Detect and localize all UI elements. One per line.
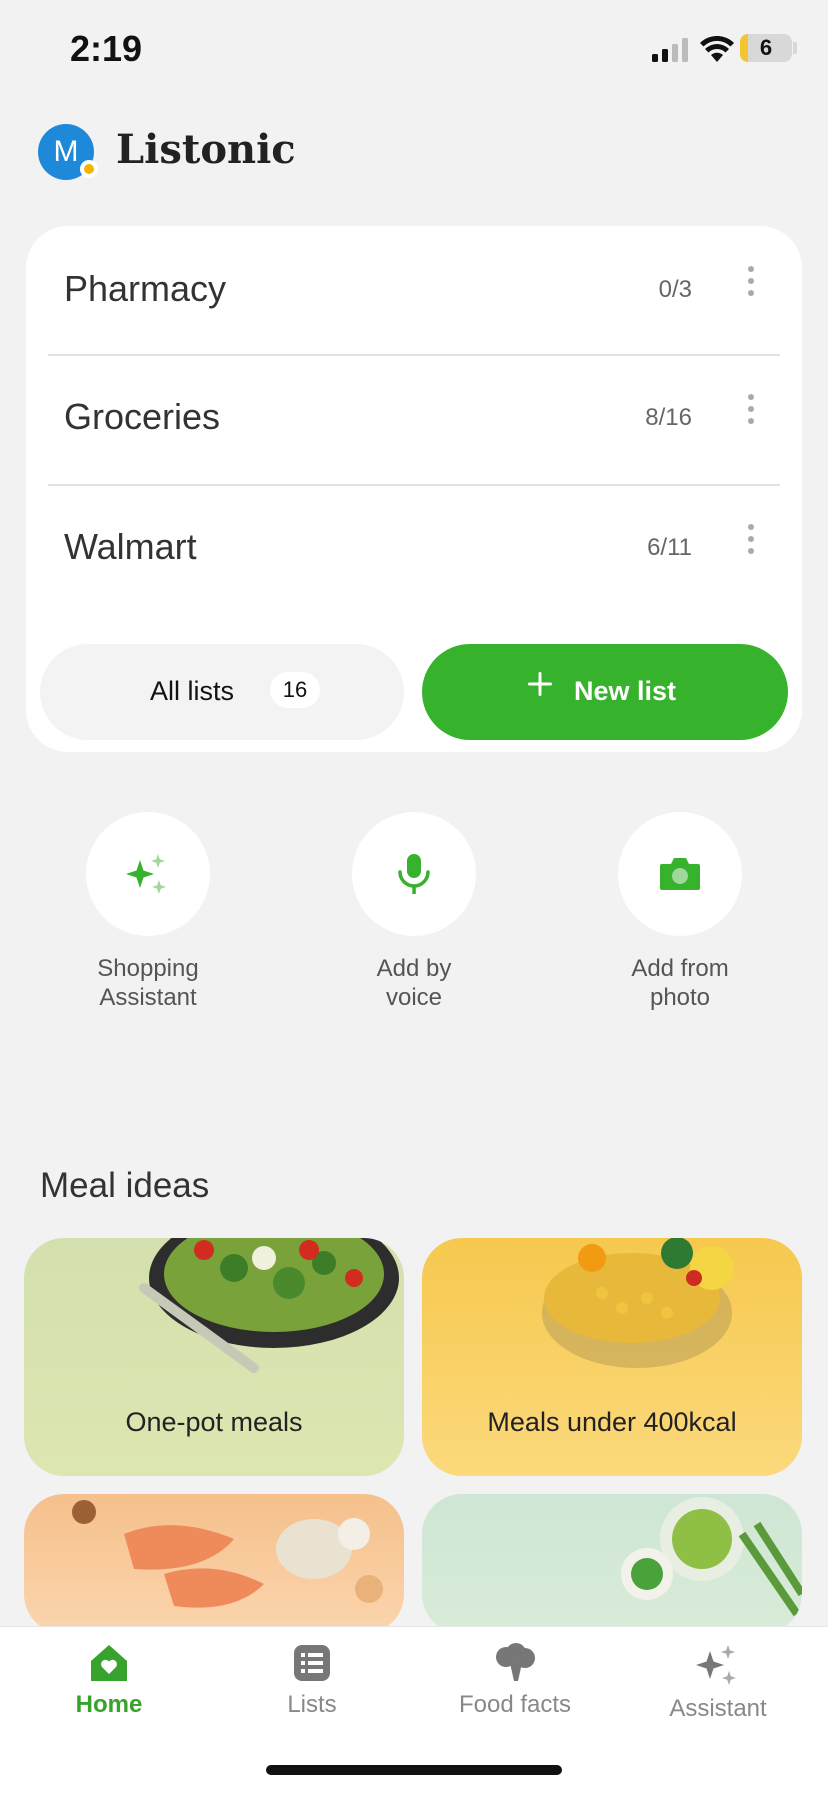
sparkle-icon: [696, 1645, 736, 1685]
battery-level: 6: [759, 35, 773, 60]
meal-ideas-title: Meal ideas: [40, 1166, 210, 1205]
bowl-meal-image: [542, 1238, 734, 1368]
status-bar: 2:19 6: [0, 0, 828, 100]
meal-card-greens[interactable]: [422, 1494, 802, 1634]
list-name: Walmart: [64, 526, 197, 567]
shopping-assistant-action[interactable]: Shopping Assistant: [58, 812, 238, 1012]
action-label-line: photo: [649, 984, 711, 1011]
tab-label: Home: [75, 1691, 143, 1718]
list-name: Pharmacy: [64, 268, 227, 309]
home-heart-icon: [91, 1645, 127, 1681]
green-meal-image: [621, 1497, 802, 1617]
all-lists-label: All lists: [150, 676, 235, 706]
list-icon: [294, 1645, 330, 1681]
camera-icon: [660, 858, 700, 890]
action-label-line: Assistant: [99, 984, 197, 1011]
meal-card-one-pot[interactable]: One-pot meals: [24, 1238, 404, 1476]
new-list-label: New list: [574, 676, 677, 706]
battery-indicator: 6: [740, 34, 792, 62]
shopping-assistant-label: Shopping Assistant: [58, 954, 238, 1012]
status-time: 2:19: [70, 28, 143, 69]
tab-label: Lists: [287, 1691, 337, 1718]
bottom-tab-bar: Home Lists Food facts Assistant: [0, 1626, 828, 1793]
meal-card-salmon[interactable]: [24, 1494, 404, 1634]
add-from-photo-button[interactable]: [618, 812, 742, 936]
more-options-icon[interactable]: [746, 524, 756, 560]
tab-label: Food facts: [458, 1691, 572, 1718]
tab-lists[interactable]: Lists: [222, 1643, 402, 1719]
new-list-button[interactable]: New list: [422, 644, 788, 740]
all-lists-count-badge: 16: [270, 672, 320, 708]
list-name: Groceries: [64, 396, 221, 437]
tab-label: Assistant: [669, 1695, 767, 1722]
microphone-icon: [398, 854, 430, 894]
home-indicator: [266, 1765, 562, 1775]
add-by-voice-button[interactable]: [352, 812, 476, 936]
sparkle-icon: [126, 854, 166, 894]
action-label-line: Shopping: [97, 955, 199, 982]
meal-card-label: Meals under 400kcal: [487, 1407, 737, 1437]
add-from-photo-label: Add from photo: [590, 954, 770, 1012]
list-count: 6/11: [647, 534, 692, 561]
list-count: 8/16: [645, 404, 692, 431]
broccoli-icon: [496, 1643, 535, 1681]
action-label-line: voice: [385, 984, 443, 1011]
action-label-line: Add by: [376, 955, 452, 982]
add-by-voice-label: Add by voice: [324, 954, 504, 1012]
list-row-pharmacy[interactable]: Pharmacy 0/3: [48, 226, 780, 354]
one-pot-meal-image: [139, 1238, 399, 1373]
more-options-icon[interactable]: [746, 394, 756, 430]
action-label-line: Add from: [631, 955, 729, 982]
meal-card-label: One-pot meals: [125, 1407, 303, 1437]
battery-tip: [793, 42, 797, 54]
tab-food-facts[interactable]: Food facts: [425, 1643, 605, 1719]
app-title: Listonic: [116, 126, 296, 173]
plus-icon: [528, 672, 552, 696]
wifi-icon: [700, 36, 734, 62]
add-by-voice-action[interactable]: Add by voice: [324, 812, 504, 1012]
list-row-groceries[interactable]: Groceries 8/16: [48, 354, 780, 482]
add-from-photo-action[interactable]: Add from photo: [590, 812, 770, 1012]
cellular-signal-icon: [652, 38, 688, 62]
more-options-icon[interactable]: [746, 266, 756, 302]
all-lists-button[interactable]: All lists 16: [40, 644, 404, 740]
avatar-letter: M: [53, 135, 79, 168]
list-count: 0/3: [658, 276, 692, 303]
tab-home[interactable]: Home: [19, 1643, 199, 1719]
meal-card-under-400kcal[interactable]: Meals under 400kcal: [422, 1238, 802, 1476]
tab-assistant[interactable]: Assistant: [628, 1643, 808, 1723]
salmon-meal-image: [72, 1500, 383, 1608]
shopping-assistant-button[interactable]: [86, 812, 210, 936]
premium-badge-icon: [80, 160, 98, 178]
list-row-walmart[interactable]: Walmart 6/11: [48, 484, 780, 612]
lists-card: Pharmacy 0/3 Groceries 8/16 Walmart 6/11…: [26, 226, 802, 752]
